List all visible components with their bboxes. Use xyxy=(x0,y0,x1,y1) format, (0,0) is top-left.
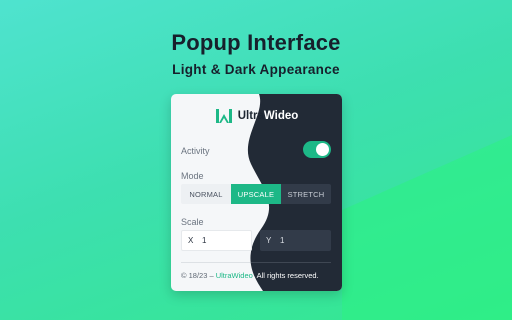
brand-name-part1: Ultra xyxy=(237,110,264,122)
brand-name: UltraWideo xyxy=(238,110,299,122)
footer-copyright: © 18/23 – xyxy=(181,271,216,280)
scale-x-axis-label: X xyxy=(188,236,194,245)
toggle-knob xyxy=(316,143,329,156)
brand: UltraWideo xyxy=(171,106,342,126)
scale-x-input[interactable] xyxy=(202,236,246,245)
activity-label: Activity xyxy=(181,146,210,156)
mode-upscale-button[interactable]: UPSCALE xyxy=(231,184,281,204)
headline: Popup Interface Light & Dark Appearance xyxy=(0,30,512,77)
scale-x-field: X xyxy=(181,230,252,251)
mode-normal-button[interactable]: NORMAL xyxy=(181,184,231,204)
popup-window: UltraWideo Activity Mode NORMAL UPSCALE … xyxy=(171,94,342,291)
scale-y-input[interactable] xyxy=(280,236,324,245)
mode-selector: NORMAL UPSCALE STRETCH xyxy=(181,184,331,204)
footer: © 18/23 – UltraWideo. All rights reserve… xyxy=(181,271,336,280)
scale-y-axis-label: Y xyxy=(266,236,272,245)
ultrawideo-logo-icon xyxy=(215,109,232,123)
footer-divider xyxy=(181,262,331,263)
page-subtitle: Light & Dark Appearance xyxy=(172,62,340,77)
footer-rights: . All rights reserved. xyxy=(252,271,319,280)
footer-link[interactable]: UltraWideo xyxy=(216,271,253,280)
page-title: Popup Interface xyxy=(171,30,341,55)
mode-label: Mode xyxy=(181,171,204,181)
mode-stretch-button[interactable]: STRETCH xyxy=(281,184,331,204)
scale-label: Scale xyxy=(181,217,204,227)
activity-toggle[interactable] xyxy=(303,141,331,158)
brand-name-part2: Wideo xyxy=(263,110,299,122)
scale-y-field: Y xyxy=(260,230,331,251)
